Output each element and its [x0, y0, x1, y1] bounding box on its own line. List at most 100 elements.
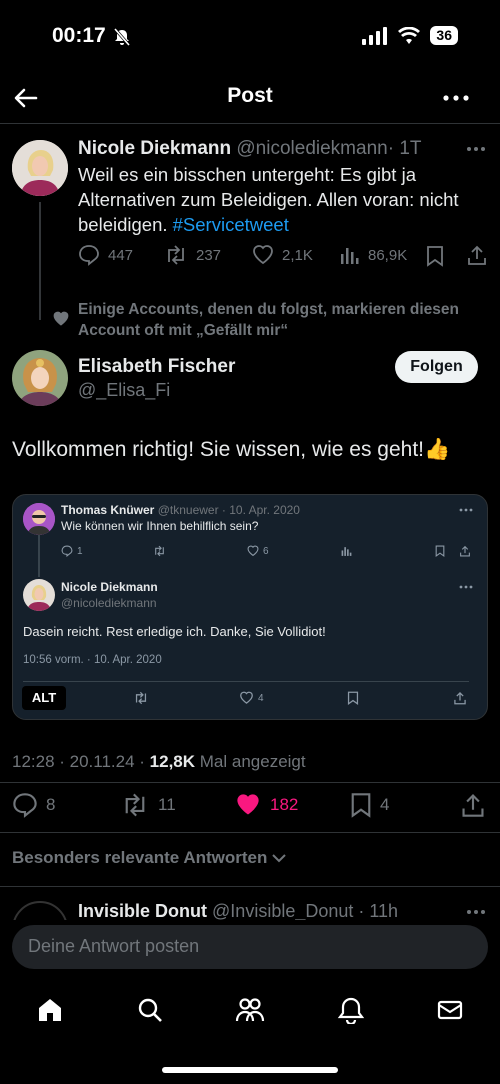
parent-retweet-count: 237 [196, 246, 222, 264]
avatar-nicole[interactable] [12, 140, 68, 196]
embedded-screenshot-image[interactable]: Thomas Knüwer @tknuewer · 10. Apr. 2020 … [12, 494, 488, 720]
divider [0, 832, 500, 833]
home-icon[interactable] [36, 996, 64, 1024]
parent-reply-button[interactable]: 447 [78, 244, 133, 266]
main-actions: 8 11 182 4 [12, 792, 488, 820]
parent-views-button[interactable]: 86,9K [340, 244, 407, 266]
page-title: Post [227, 84, 273, 107]
quoted-thread-line [38, 535, 40, 577]
hashtag-link[interactable]: #Servicetweet [173, 214, 289, 235]
next-reply-handle: @Invisible_Donut · 11h [212, 901, 399, 920]
parent-actions: 447 237 2,1K 86,9K [78, 244, 488, 268]
share-icon [460, 545, 470, 557]
reply-input[interactable]: Deine Antwort posten [12, 925, 488, 969]
avatar-elisabeth[interactable] [12, 350, 68, 406]
quoted-reply-avatar [23, 503, 55, 535]
retweet-icon [155, 545, 164, 557]
next-reply-preview[interactable]: Invisible Donut @Invisible_Donut · 11h [0, 887, 500, 920]
quoted-reply-text: Wie können wir Ihnen behilflich sein? [61, 519, 259, 533]
main-bookmark-count: 4 [380, 795, 390, 814]
reply-icon [79, 245, 99, 266]
heart-icon [253, 245, 273, 265]
wifi-icon [398, 26, 421, 44]
quoted-reply-reply: 1 [61, 545, 83, 557]
quoted-divider [23, 681, 469, 682]
share-icon[interactable] [466, 244, 488, 266]
views-chart-icon [341, 547, 352, 556]
quoted-reply-like-count: 6 [263, 545, 269, 557]
quoted-tweet-text: Dasein reicht. Rest erledige ich. Danke,… [23, 624, 326, 639]
reply-sort-dropdown[interactable]: Besonders relevante Antworten [12, 848, 287, 868]
quoted-author-handle: @nicolediekmann [61, 596, 157, 610]
heart-icon [240, 691, 253, 704]
home-indicator [162, 1067, 338, 1073]
main-reply-button[interactable]: 8 [12, 792, 55, 818]
share-icon [454, 692, 466, 705]
reply-icon [61, 545, 73, 557]
notifications-bell-icon[interactable] [337, 996, 365, 1024]
next-reply-more-icon[interactable] [466, 909, 486, 915]
messages-envelope-icon[interactable] [436, 996, 464, 1024]
heart-icon [247, 545, 259, 557]
quoted-like: 4 [239, 691, 264, 705]
quoted-reply-like: 6 [247, 545, 269, 557]
bookmark-icon[interactable] [426, 245, 444, 267]
communities-icon[interactable] [234, 996, 266, 1024]
battery-indicator: 36 [430, 26, 458, 45]
main-retweet-button[interactable]: 11 [120, 792, 176, 818]
parent-retweet-button[interactable]: 237 [164, 244, 221, 266]
follow-button[interactable]: Folgen [395, 351, 478, 383]
bookmark-icon [347, 691, 359, 705]
main-retweet-count: 11 [158, 795, 176, 814]
main-like-button[interactable]: 182 [234, 792, 298, 818]
quoted-reply-actions: 1 6 [61, 545, 476, 559]
parent-author-name[interactable]: Nicole Diekmann [78, 138, 231, 159]
avatar-portrait-icon [23, 503, 55, 535]
main-bookmark-button[interactable]: 4 [350, 792, 389, 818]
social-context-heart-icon [53, 311, 69, 326]
avatar-portrait-icon [23, 579, 55, 611]
social-context-text: Einige Accounts, denen du folgst, markie… [78, 301, 459, 339]
chevron-down-icon [272, 854, 287, 863]
parent-tweet-time: · 1T [387, 138, 422, 159]
reply-icon [13, 793, 37, 818]
signal-icon [362, 26, 388, 45]
heart-filled-icon [237, 794, 259, 815]
search-icon[interactable] [136, 996, 164, 1024]
quoted-author-avatar [23, 579, 55, 611]
main-like-count: 182 [270, 795, 299, 814]
quoted-reply-handle: @tknuewer · 10. Apr. 2020 [157, 503, 300, 517]
main-author-name[interactable]: Elisabeth Fischer [78, 356, 235, 378]
quoted-author-name: Nicole Diekmann [61, 580, 158, 594]
tweet-timestamp: 12:28 · 20.11.24 · [12, 752, 150, 771]
quoted-reply-author: Thomas Knüwer [61, 503, 155, 517]
parent-like-button[interactable]: 2,1K [252, 244, 313, 266]
status-bar: 00:17 36 [0, 0, 500, 72]
quoted-like-count: 4 [258, 692, 264, 704]
quoted-more-icon [459, 508, 473, 512]
divider [0, 782, 500, 783]
parent-author-handle[interactable]: @nicolediekmann [236, 138, 387, 159]
status-time: 00:17 [52, 24, 106, 47]
quoted-reply-header: Thomas Knüwer @tknuewer · 10. Apr. 2020 [61, 503, 300, 517]
parent-tweet-header: Nicole Diekmann @nicolediekmann· 1T [78, 138, 422, 160]
thread-line [39, 202, 41, 320]
share-icon[interactable] [460, 792, 486, 818]
next-reply-avatar [12, 901, 68, 920]
bookmark-icon [435, 545, 445, 557]
parent-more-icon[interactable] [466, 146, 486, 152]
main-reply-count: 8 [46, 795, 56, 814]
status-indicators: 36 [362, 26, 458, 45]
more-options-icon[interactable] [442, 84, 470, 112]
views-label: Mal angezeigt [195, 752, 306, 771]
bell-muted-icon [114, 28, 130, 46]
parent-like-count: 2,1K [282, 246, 313, 264]
bookmark-icon [351, 793, 371, 818]
tweet-meta: 12:28 · 20.11.24 · 12,8K Mal angezeigt [12, 752, 306, 772]
quoted-actions: 4 [13, 691, 487, 707]
retweet-icon [168, 245, 184, 265]
main-author-handle[interactable]: @_Elisa_Fi [78, 380, 170, 401]
retweet-icon [135, 691, 147, 705]
avatar-portrait-icon [12, 140, 68, 196]
views-count[interactable]: 12,8K [150, 752, 195, 771]
